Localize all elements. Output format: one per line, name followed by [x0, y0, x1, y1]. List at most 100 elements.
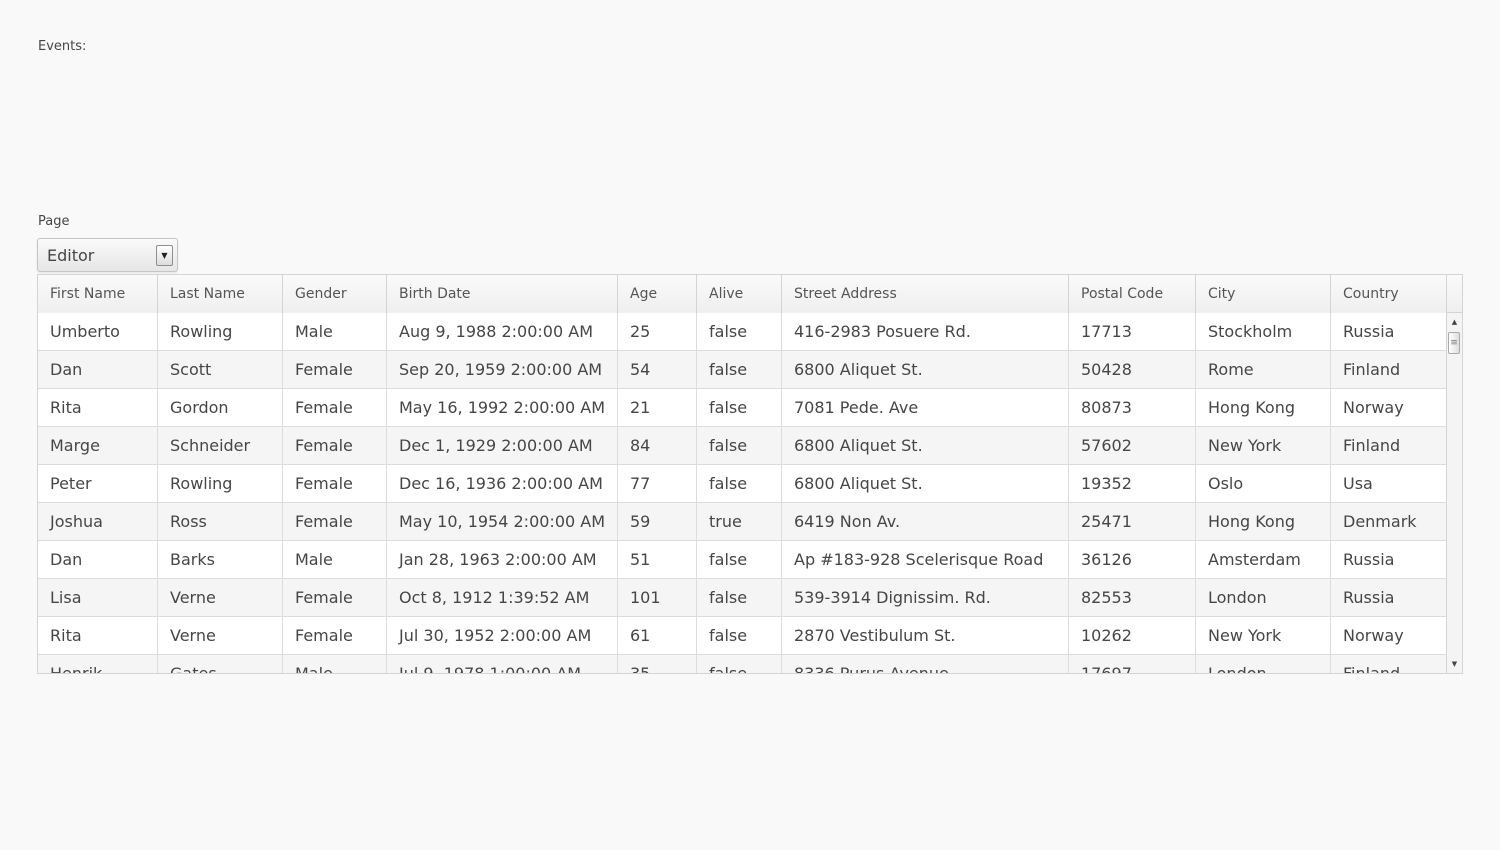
- table-cell-gender: Female: [283, 465, 387, 502]
- table-cell-city: Oslo: [1196, 465, 1331, 502]
- table-cell-first-name: Dan: [38, 351, 158, 388]
- column-header-gender[interactable]: Gender: [283, 275, 387, 313]
- table-cell-street-address: 7081 Pede. Ave: [782, 389, 1069, 426]
- table-cell-street-address: 6800 Aliquet St.: [782, 465, 1069, 502]
- table-cell-street-address: 539-3914 Dignissim. Rd.: [782, 579, 1069, 616]
- table-cell-age: 25: [618, 313, 697, 350]
- table-cell-country: Usa: [1343, 474, 1373, 493]
- table-cell-street-address: 2870 Vestibulum St.: [782, 617, 1069, 654]
- table-cell-postal-code: 19352: [1069, 465, 1196, 502]
- table-cell-alive: false: [697, 655, 782, 673]
- column-header-last-name[interactable]: Last Name: [158, 275, 283, 313]
- column-header-age[interactable]: Age: [618, 275, 697, 313]
- table-cell-alive: false: [697, 579, 782, 616]
- table-cell-country: Norway: [1343, 626, 1404, 645]
- table-cell-last-name: Scott: [158, 351, 283, 388]
- table-cell-city: Rome: [1196, 351, 1331, 388]
- table-cell-age: 84: [618, 427, 697, 464]
- table-row[interactable]: Umberto Rowling Male Aug 9, 1988 2:00:00 AM…: [38, 313, 1446, 351]
- table-cell-country: Russia: [1343, 322, 1395, 341]
- arrow-up-icon[interactable]: ▲: [1447, 315, 1462, 329]
- table-cell-birth-date: May 16, 1992 2:00:00 AM: [387, 389, 618, 426]
- table-cell-age: 61: [618, 617, 697, 654]
- data-grid: First Name Last Name Gender Birth Date Age Al…: [37, 274, 1463, 674]
- table-cell-city: Hong Kong: [1196, 389, 1331, 426]
- table-cell-city: London: [1196, 579, 1331, 616]
- table-cell-postal-code: 10262: [1069, 617, 1196, 654]
- table-cell-gender: Female: [283, 579, 387, 616]
- table-cell-alive: false: [697, 427, 782, 464]
- table-cell-last-name: Verne: [158, 617, 283, 654]
- table-row[interactable]: Rita Gordon Female May 16, 1992 2:00:00 AM 2…: [38, 389, 1446, 427]
- table-cell-first-name: Joshua: [38, 503, 158, 540]
- table-cell-postal-code: 25471: [1069, 503, 1196, 540]
- table-cell-gender: Female: [283, 427, 387, 464]
- table-cell-first-name: Lisa: [38, 579, 158, 616]
- table-cell-birth-date: Dec 16, 1936 2:00:00 AM: [387, 465, 618, 502]
- table-row[interactable]: Lisa Verne Female Oct 8, 1912 1:39:52 AM 101…: [38, 579, 1446, 617]
- table-cell-birth-date: Aug 9, 1988 2:00:00 AM: [387, 313, 618, 350]
- table-cell-postal-code: 17713: [1069, 313, 1196, 350]
- table-cell-country: Finland: [1331, 655, 1446, 673]
- table-cell-city: New York: [1196, 617, 1331, 654]
- table-cell-street-address: Ap #183-928 Scelerisque Road: [782, 541, 1069, 578]
- table-cell-age: 21: [618, 389, 697, 426]
- page-select[interactable]: Editor ▼: [37, 238, 178, 272]
- table-cell-first-name: Umberto: [38, 313, 158, 350]
- column-header-street-address[interactable]: Street Address: [782, 275, 1069, 313]
- table-cell-alive: true: [697, 503, 782, 540]
- table-cell-alive: false: [697, 389, 782, 426]
- table-cell-alive: false: [697, 465, 782, 502]
- table-cell-city: Hong Kong: [1196, 503, 1331, 540]
- table-cell-last-name: Barks: [158, 541, 283, 578]
- table-cell-street-address: 6419 Non Av.: [782, 503, 1069, 540]
- table-cell-gender: Female: [283, 351, 387, 388]
- table-cell-postal-code: 80873: [1069, 389, 1196, 426]
- column-header-postal-code[interactable]: Postal Code: [1069, 275, 1196, 313]
- table-cell-postal-code: 82553: [1069, 579, 1196, 616]
- table-cell-alive: false: [697, 313, 782, 350]
- column-header-city[interactable]: City: [1196, 275, 1331, 313]
- table-cell-birth-date: May 10, 1954 2:00:00 AM: [387, 503, 618, 540]
- page-select-label: Page: [38, 214, 70, 229]
- table-cell-gender: Male: [283, 541, 387, 578]
- table-cell-age: 35: [618, 655, 697, 673]
- table-cell-city: Amsterdam: [1196, 541, 1331, 578]
- table-cell-gender: Female: [283, 389, 387, 426]
- column-header-birth-date[interactable]: Birth Date: [387, 275, 618, 313]
- column-header-alive[interactable]: Alive: [697, 275, 782, 313]
- table-row[interactable]: Rita Verne Female Jul 30, 1952 2:00:00 AM 61…: [38, 617, 1446, 655]
- table-row[interactable]: Joshua Ross Female May 10, 1954 2:00:00 AM 5…: [38, 503, 1446, 541]
- table-cell-country: Denmark: [1343, 512, 1417, 531]
- column-header-country[interactable]: Country: [1331, 275, 1446, 313]
- table-cell-age: 51: [618, 541, 697, 578]
- table-row[interactable]: Dan Scott Female Sep 20, 1959 2:00:00 AM 54 f…: [38, 351, 1446, 389]
- vertical-scrollbar[interactable]: ▲ ≡ ▼: [1446, 313, 1462, 673]
- table-cell-birth-date: Jul 30, 1952 2:00:00 AM: [387, 617, 618, 654]
- table-cell-first-name: Rita: [38, 389, 158, 426]
- table-cell-birth-date: Jan 28, 1963 2:00:00 AM: [387, 541, 618, 578]
- table-cell-street-address: 6800 Aliquet St.: [782, 351, 1069, 388]
- table-row[interactable]: Marge Schneider Female Dec 1, 1929 2:00:00 …: [38, 427, 1446, 465]
- chevron-down-icon[interactable]: ▼: [156, 245, 173, 266]
- table-cell-city: New York: [1196, 427, 1331, 464]
- table-cell-last-name: Gordon: [158, 389, 283, 426]
- page-select-value: Editor: [47, 246, 95, 265]
- table-cell-birth-date: Sep 20, 1959 2:00:00 AM: [387, 351, 618, 388]
- table-cell-last-name: Rowling: [158, 465, 283, 502]
- grid-body: Umberto Rowling Male Aug 9, 1988 2:00:00 AM…: [38, 313, 1446, 673]
- column-header-first-name[interactable]: First Name: [38, 275, 158, 313]
- grid-header-corner: [1446, 275, 1462, 313]
- scroll-thumb[interactable]: ≡: [1448, 332, 1460, 354]
- table-row[interactable]: Peter Rowling Female Dec 16, 1936 2:00:00 A…: [38, 465, 1446, 503]
- table-cell-country: Norway: [1343, 398, 1404, 417]
- table-row[interactable]: HenrikGatesMaleJul 9, 1978 1:00:00 AM35f…: [38, 655, 1446, 673]
- table-row[interactable]: Dan Barks Male Jan 28, 1963 2:00:00 AM 51 fal…: [38, 541, 1446, 579]
- table-cell-age: 101: [618, 579, 697, 616]
- table-cell-alive: false: [697, 351, 782, 388]
- table-cell-birth-date: Dec 1, 1929 2:00:00 AM: [387, 427, 618, 464]
- table-cell-last-name: Gates: [158, 655, 283, 673]
- arrow-down-icon[interactable]: ▼: [1447, 657, 1462, 671]
- table-cell-postal-code: 17697: [1069, 655, 1196, 673]
- table-cell-country: Finland: [1343, 360, 1401, 379]
